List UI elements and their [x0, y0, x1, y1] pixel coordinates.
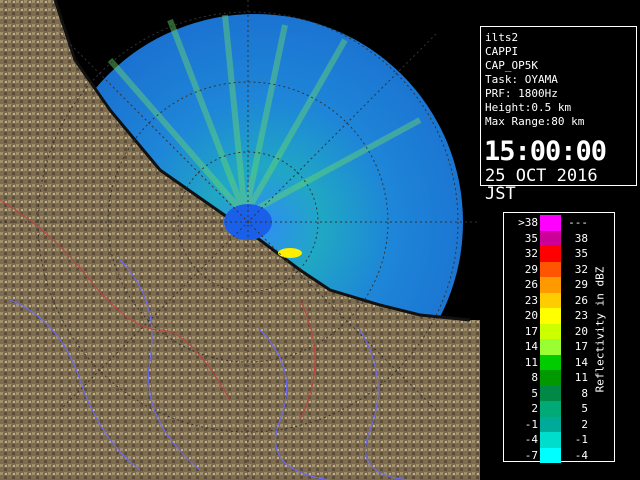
legend-row: -1 2 — [504, 416, 614, 432]
legend-low-value: >38 — [518, 216, 538, 229]
legend-high-value: 20 — [574, 324, 588, 338]
legend-low-value: -1 — [524, 417, 538, 431]
legend-low-value: 23 — [524, 293, 538, 307]
radar-name: ilts2 — [485, 31, 519, 44]
legend-row: 11 14 — [504, 354, 614, 370]
legend-low-value: 35 — [524, 231, 538, 245]
legend-high-value: 11 — [574, 371, 588, 384]
radar-map — [0, 0, 480, 480]
legend-swatch — [540, 416, 561, 432]
legend-high-value: 8 — [581, 386, 588, 400]
legend-swatch — [540, 308, 561, 324]
legend-high-value: 26 — [574, 293, 588, 307]
legend-high-value: -1 — [574, 433, 588, 446]
legend-swatch — [540, 370, 561, 386]
legend-high-value: 2 — [581, 417, 588, 431]
max-range-label: Max Range:80 km — [485, 115, 585, 128]
legend-low-value: 11 — [524, 355, 538, 369]
legend-swatch — [540, 385, 561, 401]
legend-swatch — [540, 261, 561, 277]
legend-low-value: 14 — [524, 340, 538, 353]
legend-low-value: -7 — [524, 448, 538, 462]
task-label: Task: OYAMA — [485, 73, 558, 86]
legend-low-value: 20 — [524, 309, 538, 322]
legend-high-value: 14 — [574, 355, 588, 369]
legend-swatch — [540, 354, 561, 370]
legend-row: 14 17 — [504, 339, 614, 355]
legend-high-value: -4 — [574, 448, 588, 462]
legend-row: 17 20 — [504, 323, 614, 339]
legend-low-value: -4 — [524, 433, 538, 446]
legend-swatch — [540, 215, 561, 231]
legend-row: 25 — [504, 401, 614, 417]
time-display: 15:00:00 — [484, 136, 607, 167]
legend-low-value: 8 — [531, 371, 538, 384]
height-label: Height:0.5 km — [485, 101, 572, 114]
legend-swatch — [540, 277, 561, 293]
product-name: CAPPI — [485, 45, 519, 58]
legend-high-value: 5 — [581, 402, 588, 415]
legend-row: 58 — [504, 385, 614, 401]
legend-row: 8 11 — [504, 370, 614, 386]
legend-swatch — [540, 323, 561, 339]
legend-swatch — [540, 447, 561, 463]
reflectivity-legend: Reflectivity in dBZ >38 --- 35 38 32 35 29 32 26… — [503, 212, 615, 463]
legend-row: -4 -1 — [504, 432, 614, 448]
legend-high-value: 29 — [574, 278, 588, 291]
legend-row: 23 26 — [504, 292, 614, 308]
legend-high-value: 35 — [574, 247, 588, 260]
legend-row: 26 29 — [504, 277, 614, 293]
strong-echo — [278, 248, 302, 258]
legend-swatch — [540, 401, 561, 417]
prf-label: PRF: 1800Hz — [485, 87, 558, 100]
legend-swatch — [540, 292, 561, 308]
legend-swatch — [540, 230, 561, 246]
legend-low-value: 2 — [531, 402, 538, 415]
legend-low-value: 5 — [531, 386, 538, 400]
cap-name: CAP_OP5K — [485, 59, 538, 72]
legend-row: 20 23 — [504, 308, 614, 324]
legend-high-value: --- — [568, 216, 588, 229]
legend-high-value: 17 — [574, 340, 588, 353]
legend-high-value: 38 — [574, 231, 588, 245]
legend-low-value: 32 — [524, 247, 538, 260]
legend-low-value: 17 — [524, 324, 538, 338]
legend-high-value: 32 — [574, 262, 588, 276]
date-display: 25 OCT 2016 JST — [485, 166, 598, 204]
info-panel: ilts2 CAPPI CAP_OP5K Task: OYAMA PRF: 18… — [480, 26, 637, 203]
legend-swatch — [540, 432, 561, 448]
legend-high-value: 23 — [574, 309, 588, 322]
legend-row: 32 35 — [504, 246, 614, 262]
legend-low-value: 29 — [524, 262, 538, 276]
legend-row: 35 38 — [504, 230, 614, 246]
legend-swatch — [540, 246, 561, 262]
legend-row: >38 --- — [504, 215, 614, 231]
legend-low-value: 26 — [524, 278, 538, 291]
legend-row: 29 32 — [504, 261, 614, 277]
legend-row: -7 -4 — [504, 447, 614, 463]
legend-swatch — [540, 339, 561, 355]
